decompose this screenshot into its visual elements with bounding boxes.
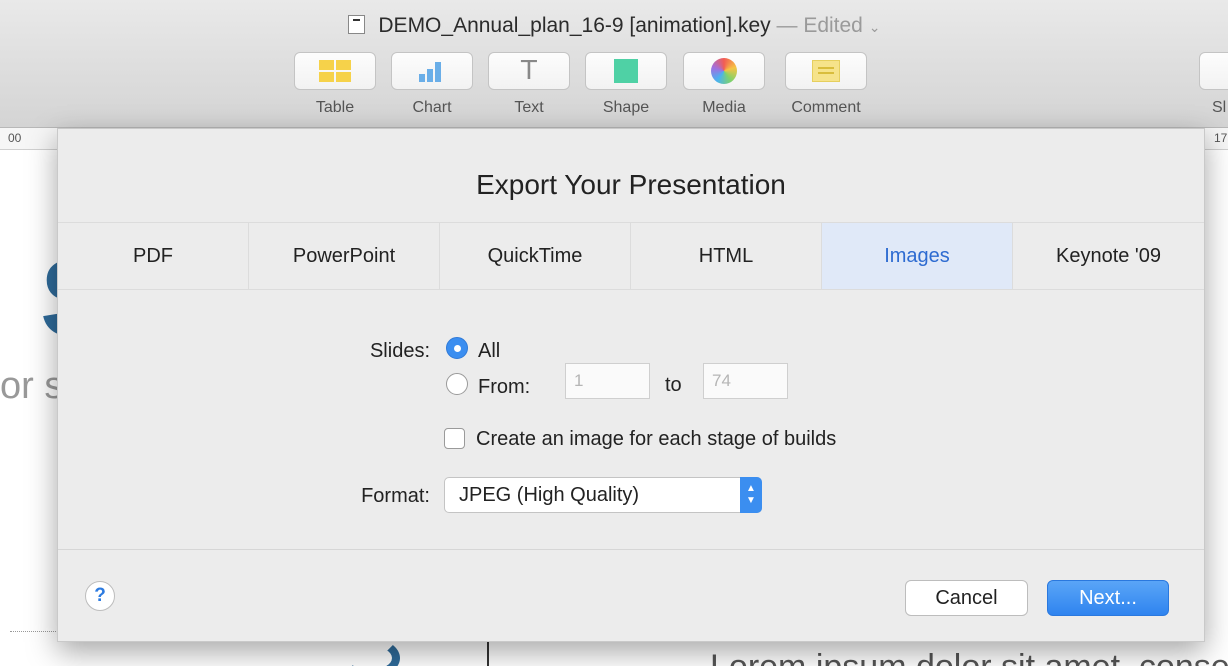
radio-from-label: From: xyxy=(478,376,531,398)
slide-divider-line xyxy=(487,640,489,666)
dialog-title: Export Your Presentation xyxy=(476,169,786,200)
to-slide-field[interactable]: 74 xyxy=(703,363,788,399)
help-button[interactable]: ? xyxy=(85,581,115,611)
next-button[interactable]: Next... xyxy=(1047,580,1169,616)
media-button-label: Media xyxy=(702,99,746,116)
table-button-label: Table xyxy=(315,99,355,116)
from-slide-field[interactable]: 1 xyxy=(565,363,650,399)
comment-button[interactable] xyxy=(785,52,867,90)
table-button[interactable] xyxy=(294,52,376,90)
text-button[interactable]: T xyxy=(488,52,570,90)
slide-background-text: or s xyxy=(0,365,64,407)
tab-keynote-09[interactable]: Keynote '09 xyxy=(1013,223,1204,289)
window-title: DEMO_Annual_plan_16-9 [animation].key — … xyxy=(0,14,1228,38)
chart-button-label: Chart xyxy=(412,99,452,116)
comment-icon xyxy=(812,60,840,82)
slide-graphic-curve xyxy=(340,638,400,666)
to-label: to xyxy=(665,374,682,396)
slide-dotted-line xyxy=(10,631,60,632)
format-select[interactable]: JPEG (High Quality) ▲ ▼ xyxy=(444,477,762,513)
radio-from-slides[interactable] xyxy=(446,373,468,395)
chart-button[interactable] xyxy=(391,52,473,90)
tab-powerpoint[interactable]: PowerPoint xyxy=(249,223,440,289)
table-icon xyxy=(319,60,351,82)
shape-button[interactable] xyxy=(585,52,667,90)
slide-body-text: Lorem ipsum dolor sit amet, conse xyxy=(710,648,1228,666)
share-button[interactable] xyxy=(1199,52,1228,90)
tab-html[interactable]: HTML xyxy=(631,223,822,289)
document-filename: DEMO_Annual_plan_16-9 [animation].key xyxy=(378,14,771,37)
export-dialog: Export Your Presentation PDF PowerPoint … xyxy=(57,128,1205,642)
format-label: Format: xyxy=(361,485,430,507)
title-separator: — xyxy=(776,14,798,37)
text-button-label: Text xyxy=(514,99,544,116)
edited-status[interactable]: Edited xyxy=(803,14,863,37)
comment-button-label: Comment xyxy=(791,99,861,116)
media-button[interactable] xyxy=(683,52,765,90)
ruler-left-value: 00 xyxy=(8,131,22,145)
format-selected-value: JPEG (High Quality) xyxy=(459,484,640,506)
radio-all-slides[interactable] xyxy=(446,337,468,359)
builds-checkbox-label: Create an image for each stage of builds xyxy=(476,428,837,450)
cancel-button[interactable]: Cancel xyxy=(905,580,1028,616)
keynote-document-icon xyxy=(347,15,365,34)
tab-pdf[interactable]: PDF xyxy=(58,223,249,289)
ruler-right-value: 17 xyxy=(1214,131,1228,145)
window-titlebar: DEMO_Annual_plan_16-9 [animation].key — … xyxy=(0,0,1228,128)
up-down-chevron-icon: ▲ ▼ xyxy=(740,477,762,513)
media-icon xyxy=(711,58,737,84)
shape-button-label: Shape xyxy=(602,99,650,116)
chart-icon xyxy=(417,60,447,82)
tab-images[interactable]: Images xyxy=(822,223,1013,289)
export-format-tabs: PDF PowerPoint QuickTime HTML Images Key… xyxy=(58,222,1204,290)
text-icon: T xyxy=(521,56,537,86)
share-button-label: Sl xyxy=(1212,99,1227,116)
tab-quicktime[interactable]: QuickTime xyxy=(440,223,631,289)
shape-icon xyxy=(614,59,638,83)
radio-all-label: All xyxy=(478,340,501,362)
chevron-down-icon[interactable]: ⌄ xyxy=(869,19,881,35)
dialog-divider xyxy=(58,549,1204,550)
slides-label: Slides: xyxy=(369,340,430,362)
builds-checkbox[interactable] xyxy=(444,428,465,449)
